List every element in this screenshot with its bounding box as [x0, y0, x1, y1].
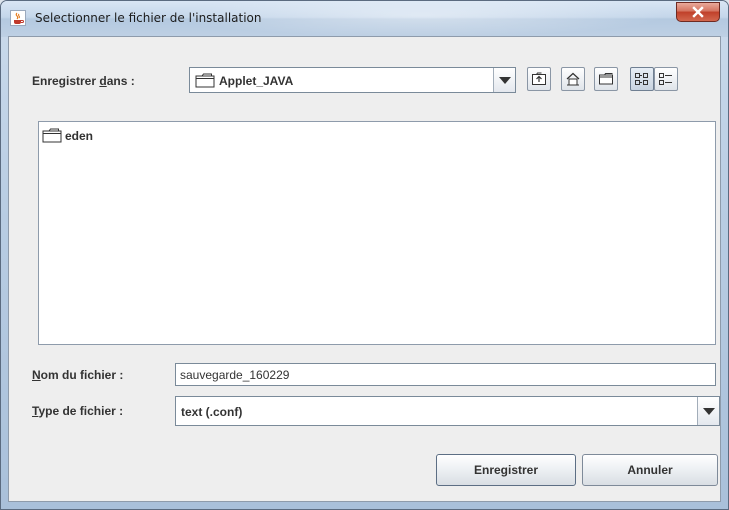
dialog-content: Enregistrer dans : Applet_JAVA eden Nom …	[8, 36, 721, 502]
cancel-button[interactable]: Annuler	[582, 454, 718, 486]
window-title: Selectionner le fichier de l'installatio…	[35, 11, 262, 25]
filetype-combo-arrow[interactable]	[697, 397, 719, 425]
filename-label-mnemonic: N	[32, 368, 41, 382]
filetype-selected: text (.conf)	[181, 405, 243, 419]
save-in-label-mnemonic: d	[99, 74, 107, 88]
list-view-button[interactable]	[630, 67, 654, 91]
up-folder-button[interactable]	[527, 67, 551, 91]
list-view-icon	[635, 73, 648, 85]
filetype-label: Type de fichier :	[32, 404, 123, 418]
chevron-down-icon	[499, 77, 511, 84]
details-view-icon	[659, 73, 672, 85]
folder-combo-arrow[interactable]	[493, 68, 515, 92]
file-list[interactable]: eden	[38, 121, 716, 345]
up-folder-icon	[532, 72, 546, 85]
filename-label: Nom du fichier :	[32, 368, 123, 382]
filename-label-text: om du fichier :	[40, 368, 124, 382]
dialog-window: Selectionner le fichier de l'installatio…	[0, 0, 729, 510]
close-icon	[692, 6, 704, 18]
details-view-button[interactable]	[654, 67, 678, 91]
filetype-combo[interactable]: text (.conf)	[175, 396, 720, 426]
new-folder-button[interactable]	[594, 67, 618, 91]
save-in-label: Enregistrer dans :	[32, 74, 135, 88]
save-in-label-part1: Enregistrer	[32, 74, 100, 88]
filename-field[interactable]	[175, 363, 716, 386]
file-item-name: eden	[65, 129, 94, 143]
folder-icon	[42, 128, 62, 143]
close-button[interactable]	[676, 2, 720, 22]
save-in-label-part2: ans :	[106, 74, 135, 88]
new-folder-icon	[599, 73, 613, 85]
java-cup-icon	[10, 10, 26, 26]
home-button[interactable]	[561, 67, 585, 91]
home-icon	[566, 72, 580, 86]
save-button[interactable]: Enregistrer	[436, 454, 576, 486]
title-bar[interactable]: Selectionner le fichier de l'installatio…	[1, 1, 728, 37]
folder-combo[interactable]: Applet_JAVA	[189, 67, 516, 93]
folder-icon	[195, 73, 215, 88]
chevron-down-icon	[703, 408, 715, 415]
current-folder-name: Applet_JAVA	[219, 74, 294, 88]
filetype-label-text: ype de fichier :	[38, 404, 124, 418]
